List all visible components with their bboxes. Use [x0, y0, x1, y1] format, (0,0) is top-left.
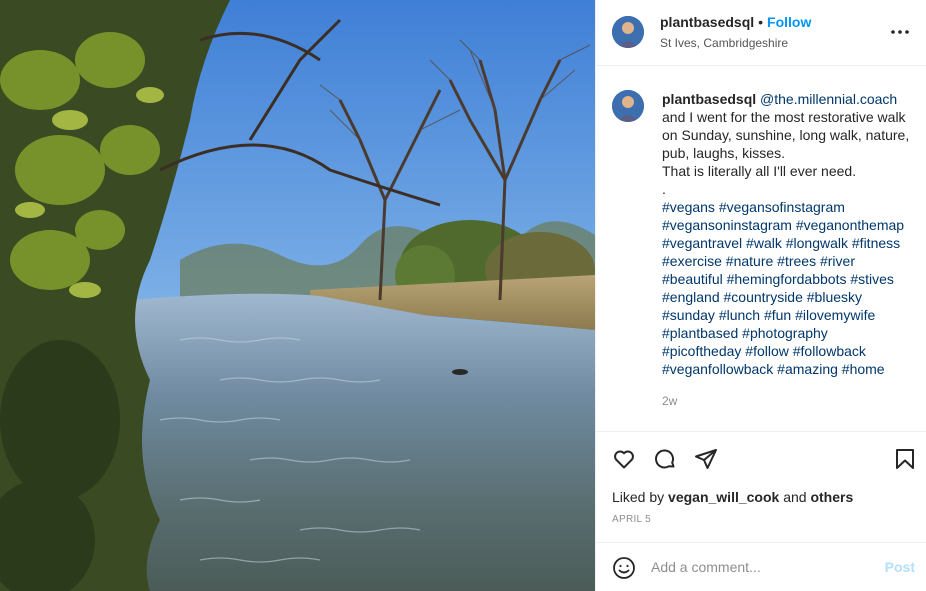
caption-mention[interactable]: @the.millennial.coach: [760, 91, 897, 107]
caption-line: on Sunday, sunshine, long walk, nature,: [662, 127, 910, 143]
likes-prefix: Liked by: [612, 489, 665, 505]
hashtag-line[interactable]: #exercise #nature #trees #river: [662, 252, 918, 270]
post-comment-button[interactable]: Post: [885, 559, 915, 575]
caption-timestamp[interactable]: 2w: [662, 394, 677, 408]
hashtag-line[interactable]: #vegans #vegansofinstagram: [662, 198, 918, 216]
post-date[interactable]: APRIL 5: [612, 514, 651, 525]
caption-text: plantbasedsql @the.millennial.coach and …: [662, 90, 918, 378]
author-username[interactable]: plantbasedsql: [660, 14, 754, 30]
send-icon[interactable]: [694, 447, 718, 471]
heart-icon[interactable]: [612, 447, 636, 471]
hashtag-line[interactable]: #england #countryside #bluesky: [662, 288, 918, 306]
hashtag-line[interactable]: #vegantravel #walk #longwalk #fitness: [662, 234, 918, 252]
hashtag-line[interactable]: #beautiful #hemingfordabbots #stives: [662, 270, 918, 288]
hashtag-line[interactable]: #plantbased #photography: [662, 324, 918, 342]
action-bar: [596, 433, 926, 485]
follow-button[interactable]: Follow: [767, 14, 811, 30]
bookmark-icon[interactable]: [893, 447, 917, 471]
post-header: plantbasedsql • Follow St Ives, Cambridges…: [596, 0, 926, 66]
more-horizontal-icon[interactable]: [888, 22, 912, 42]
post-location[interactable]: St Ives, Cambridgeshire: [660, 35, 811, 51]
liker-username[interactable]: vegan_will_cook: [668, 489, 779, 505]
likes-summary: Liked by vegan_will_cook and others: [612, 489, 853, 505]
likes-others-link[interactable]: others: [810, 489, 853, 505]
emoji-icon[interactable]: [612, 556, 636, 580]
hashtag-line[interactable]: #vegansoninstagram #veganonthemap: [662, 216, 918, 234]
header-line: plantbasedsql • Follow: [660, 13, 811, 31]
caption-line: pub, laughs, kisses.: [662, 145, 785, 161]
caption-author[interactable]: plantbasedsql: [662, 91, 756, 107]
comment-input[interactable]: [651, 555, 871, 579]
caption-line: .: [662, 181, 666, 197]
caption-first-line: plantbasedsql @the.millennial.coach: [662, 90, 918, 108]
author-avatar[interactable]: [612, 16, 644, 48]
post-photo[interactable]: [0, 0, 595, 591]
caption-section: plantbasedsql @the.millennial.coach and …: [596, 66, 926, 432]
hashtag-line[interactable]: #sunday #lunch #fun #ilovemywife: [662, 306, 918, 324]
separator-dot: •: [758, 14, 764, 30]
hashtag-line[interactable]: #picoftheday #follow #followback: [662, 342, 918, 360]
likes-connector: and: [783, 489, 807, 505]
hashtag-line[interactable]: #veganfollowback #amazing #home: [662, 360, 918, 378]
comment-bar: Post: [596, 542, 926, 591]
caption-avatar[interactable]: [612, 90, 644, 122]
caption-line: and I went for the most restorative walk: [662, 109, 906, 125]
comment-icon[interactable]: [653, 447, 677, 471]
caption-line: That is literally all I'll ever need.: [662, 163, 857, 179]
post-details-panel: plantbasedsql • Follow St Ives, Cambridges…: [595, 0, 926, 591]
header-text: plantbasedsql • Follow St Ives, Cambridges…: [660, 13, 811, 51]
river-scene-photo: [0, 0, 595, 591]
